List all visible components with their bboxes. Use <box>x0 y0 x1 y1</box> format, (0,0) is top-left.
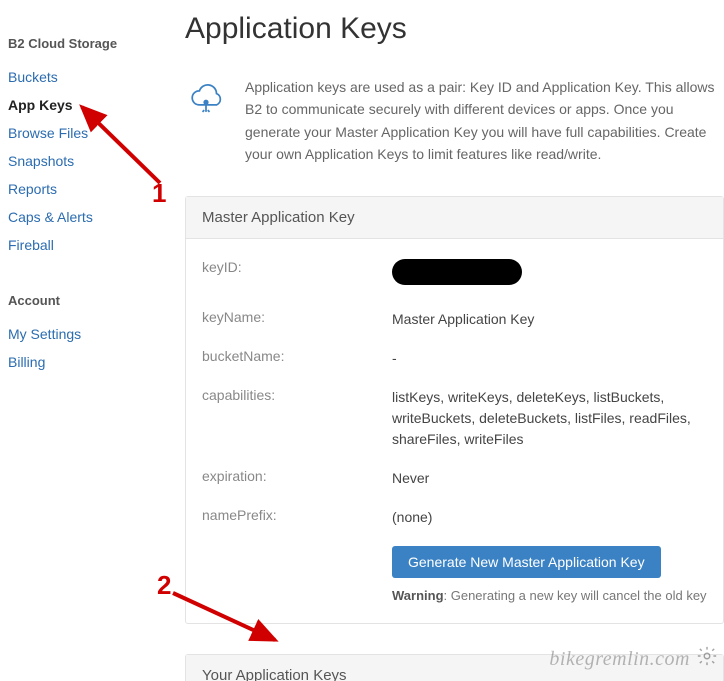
sidebar-item-billing[interactable]: Billing <box>8 348 155 376</box>
nameprefix-value: (none) <box>392 507 707 528</box>
cloud-key-icon <box>185 76 227 166</box>
generate-master-key-button[interactable]: Generate New Master Application Key <box>392 546 661 578</box>
master-key-panel-title: Master Application Key <box>186 197 723 239</box>
nameprefix-label: namePrefix: <box>202 507 392 528</box>
expiration-label: expiration: <box>202 468 392 489</box>
master-key-panel: Master Application Key keyID: keyName: M… <box>185 196 724 624</box>
keyname-value: Master Application Key <box>392 309 707 330</box>
capabilities-value: listKeys, writeKeys, deleteKeys, listBuc… <box>392 387 707 450</box>
watermark: bikegremlin.com <box>549 645 718 673</box>
intro-block: Application keys are used as a pair: Key… <box>185 76 724 166</box>
sidebar-item-caps-alerts[interactable]: Caps & Alerts <box>8 203 155 231</box>
keyid-redacted <box>392 259 522 285</box>
expiration-value: Never <box>392 468 707 489</box>
capabilities-label: capabilities: <box>202 387 392 450</box>
gear-icon <box>696 645 718 673</box>
sidebar-item-browse-files[interactable]: Browse Files <box>8 119 155 147</box>
sidebar-section-account: Account <box>8 293 155 308</box>
bucketname-value: - <box>392 348 707 369</box>
sidebar-section-b2: B2 Cloud Storage <box>8 36 155 51</box>
sidebar-item-reports[interactable]: Reports <box>8 175 155 203</box>
sidebar-item-fireball[interactable]: Fireball <box>8 231 155 259</box>
annotation-number-1: 1 <box>152 178 166 209</box>
keyid-value <box>392 259 707 291</box>
main-content: Application Keys Application keys are us… <box>155 0 724 681</box>
generate-warning: Warning: Generating a new key will cance… <box>392 588 707 603</box>
intro-text: Application keys are used as a pair: Key… <box>245 76 724 166</box>
keyname-label: keyName: <box>202 309 392 330</box>
keyid-label: keyID: <box>202 259 392 291</box>
annotation-number-2: 2 <box>157 570 171 601</box>
sidebar-item-buckets[interactable]: Buckets <box>8 63 155 91</box>
sidebar: B2 Cloud Storage Buckets App Keys Browse… <box>0 0 155 681</box>
sidebar-item-snapshots[interactable]: Snapshots <box>8 147 155 175</box>
sidebar-item-my-settings[interactable]: My Settings <box>8 320 155 348</box>
sidebar-item-app-keys[interactable]: App Keys <box>8 91 155 119</box>
page-title: Application Keys <box>185 12 724 46</box>
bucketname-label: bucketName: <box>202 348 392 369</box>
